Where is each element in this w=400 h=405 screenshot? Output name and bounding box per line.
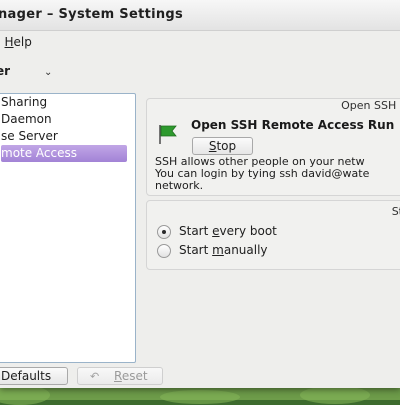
wallpaper-leaf — [300, 386, 370, 404]
reset-label: Reset — [114, 368, 148, 384]
service-list[interactable]: Sharing Daemon se Server mote Access — [0, 93, 136, 363]
start-manually-label[interactable]: Start manually — [179, 243, 268, 257]
startup-group-title: St — [391, 205, 400, 218]
service-item-sharing[interactable]: Sharing — [1, 94, 127, 111]
service-details-group: Open SSH I Open SSH Remote Access Run St… — [146, 98, 400, 196]
module-heading: er — [0, 64, 11, 78]
reset-mnemonic: R — [114, 369, 122, 383]
help-icon: ) — [0, 35, 1, 49]
title-bar[interactable]: nager – System Settings — [0, 0, 400, 31]
menu-bar: ) Help ⌄ — [0, 31, 400, 78]
radio-mnemonic: e — [212, 224, 220, 238]
window-title: nager – System Settings — [0, 7, 184, 22]
chevron-down-icon[interactable]: ⌄ — [44, 67, 52, 78]
start-manually-radio[interactable] — [157, 244, 171, 258]
service-name: Open SSH Remote Access Run — [191, 118, 395, 132]
list-item-label: mote Access — [1, 146, 78, 160]
radio-prefix: Start — [179, 243, 213, 257]
description-line: network. — [155, 179, 204, 192]
stop-button[interactable]: Stop — [192, 137, 253, 155]
reset-label-rest: eset — [121, 369, 148, 383]
start-every-boot-label[interactable]: Start every boot — [179, 224, 277, 238]
radio-prefix: Start — [179, 224, 213, 238]
radio-rest: anually — [223, 243, 268, 257]
service-item-daemon[interactable]: Daemon — [1, 111, 127, 128]
group-title: Open SSH I — [341, 99, 400, 112]
list-item-label: Daemon — [1, 112, 52, 126]
help-label-rest: elp — [13, 35, 32, 49]
defaults-label: Defaults — [1, 369, 52, 383]
wallpaper-leaf — [0, 385, 50, 405]
reset-icon: ↶ — [90, 370, 100, 383]
start-every-boot-radio[interactable] — [157, 225, 171, 239]
help-mnemonic: H — [4, 35, 14, 49]
system-settings-window: nager – System Settings ) Help ⌄ er Shar… — [0, 0, 400, 388]
stop-label-rest: top — [216, 139, 237, 153]
radio-mnemonic: m — [212, 243, 224, 257]
radio-rest: very boot — [219, 224, 277, 238]
service-item-server[interactable]: se Server — [1, 128, 127, 145]
menu-help[interactable]: ) Help — [0, 35, 32, 49]
list-item-label: Sharing — [1, 95, 48, 109]
startup-group: St Start every boot Start manually — [146, 200, 400, 270]
wallpaper-leaf — [160, 390, 240, 404]
reset-button[interactable]: ↶ Reset — [77, 367, 163, 385]
service-item-remote-access[interactable]: mote Access — [1, 145, 127, 162]
list-item-label: se Server — [1, 129, 58, 143]
defaults-button[interactable]: Defaults — [0, 367, 68, 385]
flag-icon — [159, 125, 177, 144]
